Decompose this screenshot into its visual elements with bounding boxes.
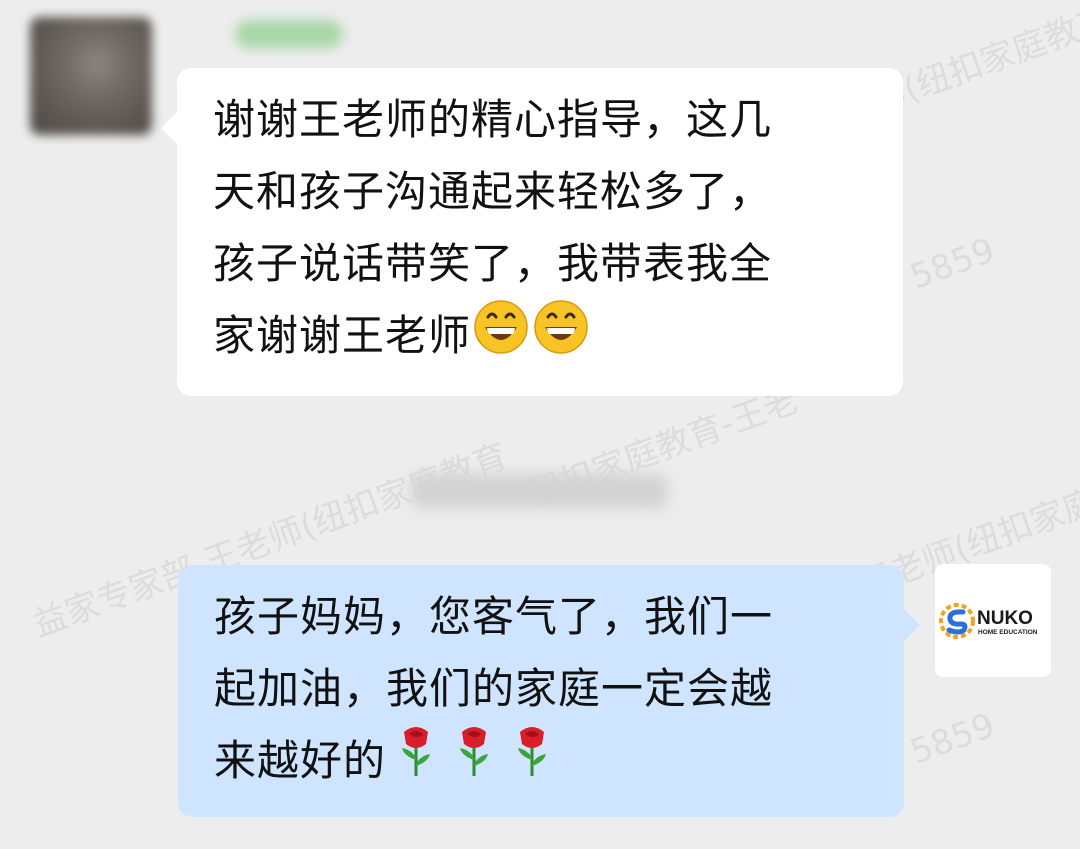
grinning-face-icon <box>471 295 531 377</box>
message-line: 起加油，我们的家庭一定会越 <box>214 664 774 713</box>
message-line: 家谢谢王老师 <box>213 299 869 377</box>
watermark: 5859 <box>905 230 1000 298</box>
nuko-logo-icon: NUKO HOME EDUCATION <box>939 602 1038 639</box>
message-line-text: 家谢谢王老师 <box>213 311 472 360</box>
message-line: 孩子说话带笑了，我带表我全 <box>213 239 773 288</box>
message-line-text: 来越好的 <box>214 736 387 785</box>
message-line: 孩子妈妈，您客气了，我们一 <box>214 592 774 641</box>
message-line: 谢谢王老师的精心指导，这几 <box>213 95 773 144</box>
message-line: 来越好的 <box>214 725 864 800</box>
brand-name: NUKO <box>977 608 1033 629</box>
brand-tagline: HOME EDUCATION <box>978 629 1038 636</box>
rose-icon <box>454 722 494 800</box>
rose-icon <box>396 722 436 800</box>
sent-message-bubble[interactable]: 孩子妈妈，您客气了，我们一 起加油，我们的家庭一定会越 来越好的 <box>178 565 920 817</box>
received-message-bubble[interactable]: 谢谢王老师的精心指导，这几 天和孩子沟通起来轻松多了， 孩子说话带笑了，我带表我… <box>161 68 903 396</box>
nuko-avatar[interactable]: NUKO HOME EDUCATION <box>935 564 1051 677</box>
watermark: 5859 <box>905 705 1000 773</box>
sender-nickname <box>235 20 343 48</box>
rose-icon <box>512 722 552 800</box>
sender-avatar[interactable] <box>30 17 152 135</box>
message-line: 天和孩子沟通起来轻松多了， <box>213 167 773 216</box>
grinning-face-icon <box>531 295 591 377</box>
message-timestamp <box>412 474 667 508</box>
